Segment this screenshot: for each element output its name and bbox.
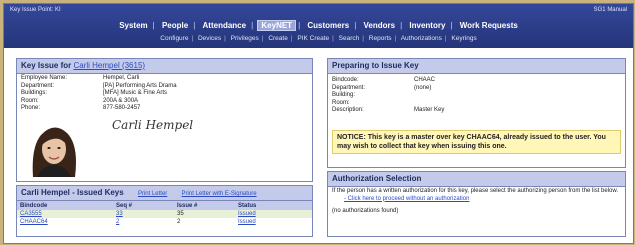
nav-inventory[interactable]: Inventory [406, 21, 448, 30]
field-key-room: Room: [332, 99, 350, 106]
nav-system[interactable]: System [116, 21, 150, 30]
subnav-keyrings[interactable]: Keyrings [451, 35, 476, 42]
field-phone: Phone: 877-580-2457 [21, 105, 141, 111]
manual-link[interactable]: SG1 Manual [594, 7, 627, 13]
person-link[interactable]: Carli Hempel (3615) [73, 61, 145, 70]
subnav-configure[interactable]: Configure [160, 35, 188, 42]
field-employee-name: Employee Name: Hempel, Carli [21, 75, 140, 81]
app-frame: Key Issue Point: KI SG1 Manual System | P… [3, 3, 634, 244]
nav-work-requests[interactable]: Work Requests [457, 21, 521, 30]
issue-number: 35 [174, 210, 235, 218]
print-letter-link[interactable]: Print Letter [138, 191, 167, 197]
authorization-header: Authorization Selection [328, 172, 625, 187]
status-link[interactable]: Issued [238, 211, 256, 217]
nav-attendance[interactable]: Attendance [200, 21, 250, 30]
authorization-panel: Authorization Selection If the person ha… [327, 171, 626, 237]
subnav-privileges[interactable]: Privileges [231, 35, 259, 42]
subnav-devices[interactable]: Devices [198, 35, 221, 42]
seq-link[interactable]: 33 [116, 211, 123, 217]
bindcode-link[interactable]: CHAAC64 [20, 219, 48, 225]
field-bindcode: Bindcode: CHAAC [332, 77, 436, 83]
table-header-row: Bindcode Seq # Issue # Status [17, 201, 312, 210]
issue-number: 2 [177, 219, 181, 225]
subnav-pik-create[interactable]: PIK Create [297, 35, 329, 42]
subnav-reports[interactable]: Reports [369, 35, 392, 42]
bindcode-link[interactable]: CA3555 [20, 211, 42, 217]
issued-keys-table: Bindcode Seq # Issue # Status CA3555 33 … [17, 201, 312, 226]
key-fields: Bindcode: CHAAC Department: (none) Buildin… [332, 77, 444, 115]
key-issue-point-label: Key Issue Point: KI [10, 7, 61, 13]
nav-keynet[interactable]: KeyNET [257, 20, 297, 31]
key-issue-title: Key Issue for [21, 61, 72, 70]
subnav-search[interactable]: Search [339, 35, 360, 42]
print-letter-signature-link[interactable]: Print Letter with E-Signature [182, 191, 257, 197]
subnav-create[interactable]: Create [268, 35, 288, 42]
preparing-header: Preparing to Issue Key [328, 59, 625, 74]
issued-keys-title: Carli Hempel - Issued Keys [21, 188, 124, 197]
field-building: Building: [332, 92, 356, 98]
field-buildings: Buildings: [MFA] Music & Fine Arts [21, 90, 168, 96]
field-key-department: Department: (none) [332, 84, 432, 91]
proceed-without-authorization-link[interactable]: - Click here to proceed without an autho… [344, 196, 469, 202]
field-description: Description: Master Key [332, 107, 445, 113]
signature: Carli Hempel [112, 118, 194, 132]
preparing-panel: Preparing to Issue Key Bindcode: CHAAC De… [327, 58, 626, 168]
nav-people[interactable]: People [159, 21, 191, 30]
top-bar: Key Issue Point: KI SG1 Manual System | P… [4, 4, 633, 48]
master-key-notice: NOTICE: This key is a master over key CH… [332, 130, 621, 154]
employee-fields: Employee Name: Hempel, Carli Department:[… [21, 75, 177, 113]
col-seq[interactable]: Seq # [113, 201, 174, 210]
issued-keys-panel: Carli Hempel - Issued Keys Print Letter … [16, 185, 313, 237]
no-authorizations-text: (no authorizations found) [332, 208, 399, 214]
subnav-authorizations[interactable]: Authorizations [401, 35, 442, 42]
col-bindcode[interactable]: Bindcode [17, 201, 113, 210]
status-link[interactable]: Issued [238, 219, 256, 225]
authorization-body: If the person has a written authorizatio… [332, 188, 621, 216]
main-nav: System | People | Attendance | KeyNET | Cust… [4, 20, 633, 31]
key-issue-panel: Key Issue for Carli Hempel (3615) Employ… [16, 58, 313, 182]
issued-keys-header: Carli Hempel - Issued Keys Print Letter … [17, 186, 312, 201]
nav-customers[interactable]: Customers [304, 21, 352, 30]
col-issue[interactable]: Issue # [174, 201, 235, 210]
table-row: CA3555 33 35 Issued [17, 210, 312, 218]
nav-vendors[interactable]: Vendors [361, 21, 399, 30]
field-room: Room: 200A & 300A [21, 97, 139, 104]
employee-photo [23, 117, 85, 177]
col-status[interactable]: Status [235, 201, 312, 210]
field-department: Department: [PA] Performing Arts Drama [21, 82, 177, 89]
authorization-instructions: If the person has a written authorizatio… [332, 188, 619, 194]
seq-link[interactable]: 2 [116, 219, 119, 225]
sub-nav: Configure | Devices | Privileges | Create | … [160, 35, 477, 42]
table-row: CHAAC64 2 2 Issued [17, 218, 312, 226]
key-issue-header: Key Issue for Carli Hempel (3615) [17, 59, 312, 74]
